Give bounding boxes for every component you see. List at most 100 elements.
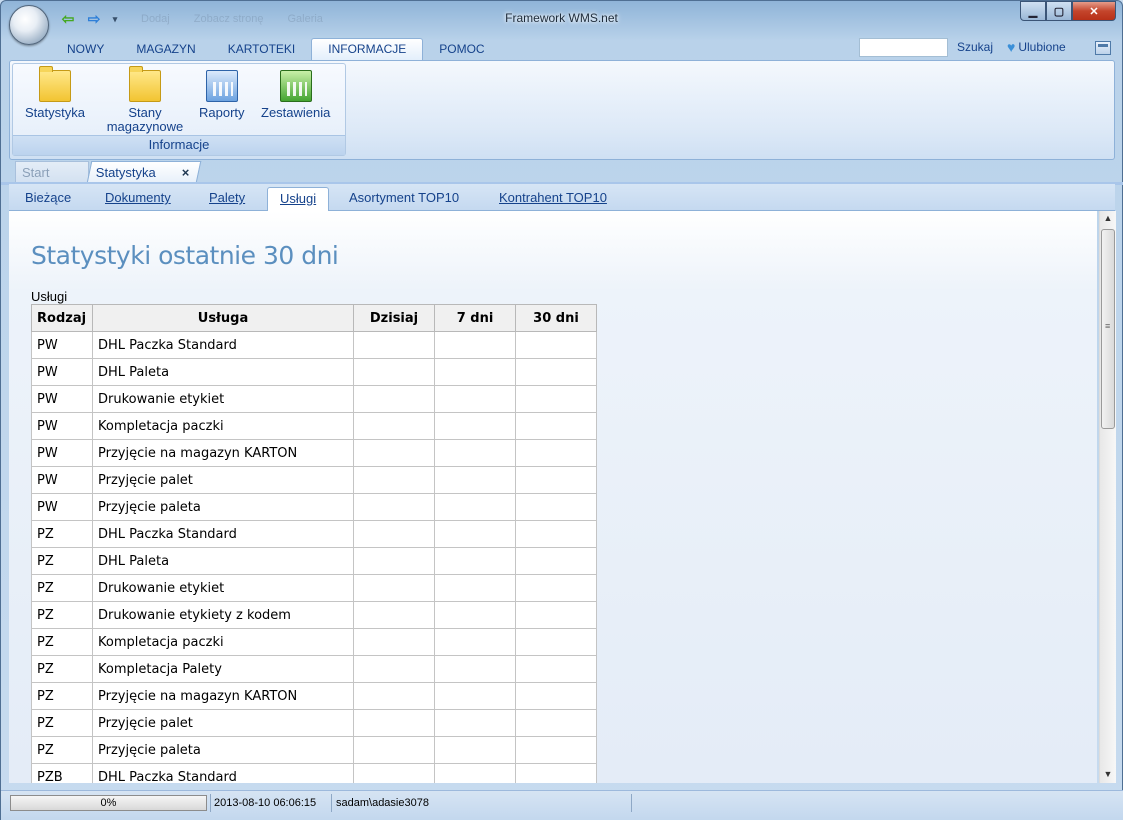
cell-7-dni xyxy=(434,439,516,467)
column-header-rodzaj: Rodzaj xyxy=(31,304,93,332)
cell-dzisiaj xyxy=(353,628,435,656)
ribbon-group-label: Informacje xyxy=(13,135,345,155)
cell-7-dni xyxy=(434,655,516,683)
subtab-biezace[interactable]: Bieżące xyxy=(25,190,71,205)
favorites-button[interactable]: ♥ Ulubione xyxy=(1007,40,1066,54)
column-header-30-dni: 30 dni xyxy=(515,304,597,332)
subtab-dokumenty[interactable]: Dokumenty xyxy=(105,190,171,205)
subtab-uslugi[interactable]: Usługi xyxy=(267,187,330,212)
cell-dzisiaj xyxy=(353,412,435,440)
zestawienia-button[interactable]: Zestawienia xyxy=(261,70,330,120)
cell-usluga: Przyjęcie palet xyxy=(92,709,354,737)
cell-dzisiaj xyxy=(353,385,435,413)
search-input[interactable] xyxy=(859,38,948,57)
scroll-up-arrow-icon[interactable]: ▲ xyxy=(1100,213,1116,225)
cell-rodzaj: PZ xyxy=(31,655,93,683)
table-row[interactable]: PZ Kompletacja Palety xyxy=(31,655,597,683)
zestawienia-label: Zestawienia xyxy=(261,105,331,120)
window-layout-icon[interactable] xyxy=(1095,41,1111,55)
cell-usluga: Drukowanie etykiet xyxy=(92,574,354,602)
cell-dzisiaj xyxy=(353,574,435,602)
table-row[interactable]: PZ Kompletacja paczki xyxy=(31,628,597,656)
cell-7-dni xyxy=(434,601,516,629)
table-row[interactable]: PZ Przyjęcie na magazyn KARTON xyxy=(31,682,597,710)
ribbon-tab-magazyn[interactable]: MAGAZYN xyxy=(120,39,211,61)
ribbon-tab-pomoc[interactable]: POMOC xyxy=(423,39,500,61)
cell-usluga: Kompletacja paczki xyxy=(92,412,354,440)
cell-rodzaj: PZB xyxy=(31,763,93,783)
status-separator xyxy=(331,794,332,812)
cell-rodzaj: PZ xyxy=(31,709,93,737)
ribbon-tab-nowy[interactable]: NOWY xyxy=(51,39,120,61)
progress-bar: 0% xyxy=(10,795,207,811)
table-row[interactable]: PW Drukowanie etykiet xyxy=(31,385,597,413)
ribbon-tabs: NOWY MAGAZYN KARTOTEKI INFORMACJE POMOC xyxy=(51,38,501,61)
table-row[interactable]: PZ Drukowanie etykiety z kodem xyxy=(31,601,597,629)
cell-dzisiaj xyxy=(353,763,435,783)
window-title: Framework WMS.net xyxy=(505,11,618,25)
table-row[interactable]: PW DHL Paleta xyxy=(31,358,597,386)
ribbon-tab-kartoteki[interactable]: KARTOTEKI xyxy=(212,39,312,61)
ribbon-tab-informacje[interactable]: INFORMACJE xyxy=(311,38,424,61)
folder-icon xyxy=(129,66,161,102)
doc-tab-label: Statystyka xyxy=(95,165,156,180)
cell-7-dni xyxy=(434,385,516,413)
maximize-button[interactable]: ▢ xyxy=(1046,1,1072,21)
table-row[interactable]: PZ Drukowanie etykiet xyxy=(31,574,597,602)
scroll-thumb[interactable]: ≡ xyxy=(1101,229,1115,429)
close-button[interactable]: ✕ xyxy=(1072,1,1116,21)
raporty-button[interactable]: Raporty xyxy=(199,70,245,120)
search-button[interactable]: Szukaj xyxy=(957,40,993,54)
table-row[interactable]: PZ DHL Paleta xyxy=(31,547,597,575)
cell-dzisiaj xyxy=(353,439,435,467)
application-menu-orb[interactable] xyxy=(9,5,49,45)
cell-30-dni xyxy=(515,763,597,783)
stany-magazynowe-button[interactable]: Stany magazynowe xyxy=(103,66,187,134)
cell-7-dni xyxy=(434,412,516,440)
scroll-down-arrow-icon[interactable]: ▼ xyxy=(1100,769,1116,781)
cell-rodzaj: PW xyxy=(31,439,93,467)
cell-30-dni xyxy=(515,358,597,386)
cell-30-dni xyxy=(515,682,597,710)
status-datetime: 2013-08-10 06:06:15 xyxy=(214,797,317,809)
table-row[interactable]: PW DHL Paczka Standard xyxy=(31,331,597,359)
table-row[interactable]: PW Kompletacja paczki xyxy=(31,412,597,440)
cell-usluga: Przyjęcie na magazyn KARTON xyxy=(92,682,354,710)
cell-7-dni xyxy=(434,682,516,710)
cell-usluga: Przyjęcie paleta xyxy=(92,493,354,521)
cell-rodzaj: PZ xyxy=(31,736,93,764)
ribbon-group-informacje: Statystyka Stany magazynowe Raporty Zest… xyxy=(12,63,346,156)
cell-rodzaj: PZ xyxy=(31,520,93,548)
doc-tab-statystyka[interactable]: Statystyka × xyxy=(86,161,202,184)
subtab-kontrahent-top10[interactable]: Kontrahent TOP10 xyxy=(499,190,607,205)
table-row[interactable]: PW Przyjęcie palet xyxy=(31,466,597,494)
cell-7-dni xyxy=(434,547,516,575)
table-row[interactable]: PW Przyjęcie paleta xyxy=(31,493,597,521)
statystyka-label: Statystyka xyxy=(25,105,85,120)
cell-usluga: Drukowanie etykiet xyxy=(92,385,354,413)
close-tab-icon[interactable]: × xyxy=(182,162,190,184)
column-header-dzisiaj: Dzisiaj xyxy=(353,304,435,332)
doc-tab-start[interactable]: Start xyxy=(15,161,89,183)
vertical-scrollbar[interactable]: ▲ ≡ ▼ xyxy=(1099,211,1116,783)
cell-rodzaj: PW xyxy=(31,385,93,413)
title-bar: ⇦ ⇨ ▾ Dodaj Zobacz stronę Galeria Framew… xyxy=(1,1,1122,33)
status-bar: 0% 2013-08-10 06:06:15 sadam\adasie3078 xyxy=(1,790,1123,820)
statystyka-button[interactable]: Statystyka xyxy=(25,66,85,120)
services-table: Rodzaj Usługa Dzisiaj 7 dni 30 dni PW DHL… xyxy=(31,304,597,783)
minimize-button[interactable]: ▁ xyxy=(1020,1,1046,21)
status-user: sadam\adasie3078 xyxy=(336,797,429,809)
subtab-palety[interactable]: Palety xyxy=(209,190,245,205)
cell-30-dni xyxy=(515,466,597,494)
cell-30-dni xyxy=(515,385,597,413)
column-header-7-dni: 7 dni xyxy=(434,304,516,332)
subtab-asortyment-top10[interactable]: Asortyment TOP10 xyxy=(349,190,459,205)
table-row[interactable]: PZ Przyjęcie paleta xyxy=(31,736,597,764)
table-row[interactable]: PW Przyjęcie na magazyn KARTON xyxy=(31,439,597,467)
cell-rodzaj: PZ xyxy=(31,574,93,602)
table-row[interactable]: PZB DHL Paczka Standard xyxy=(31,763,597,783)
table-row[interactable]: PZ Przyjęcie palet xyxy=(31,709,597,737)
table-row[interactable]: PZ DHL Paczka Standard xyxy=(31,520,597,548)
cell-30-dni xyxy=(515,331,597,359)
cell-rodzaj: PZ xyxy=(31,547,93,575)
